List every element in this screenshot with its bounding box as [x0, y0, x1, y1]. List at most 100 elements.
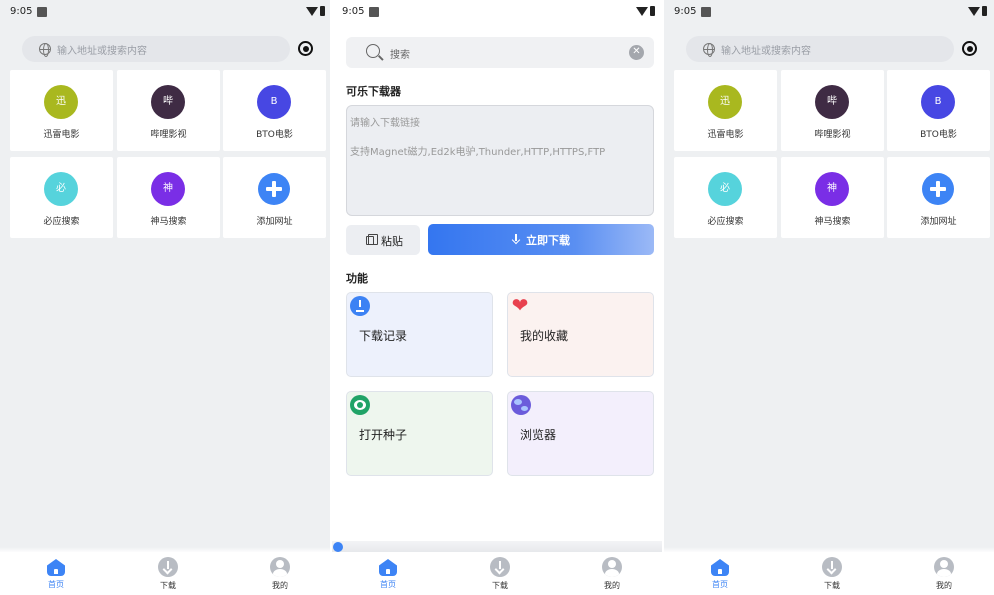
home-icon [379, 559, 397, 576]
tile-label: 必应搜索 [707, 217, 744, 227]
status-bar: 9:05 [664, 0, 994, 24]
nav-label: 下载 [160, 581, 176, 590]
status-time: 9:05 [342, 6, 365, 17]
download-arrow-icon [512, 234, 520, 244]
tile-add-site[interactable]: 添加网址 [223, 157, 326, 238]
tile-icon: 哔 [815, 85, 849, 119]
tile-bing[interactable]: 必 必应搜索 [10, 157, 113, 238]
battery-icon [982, 6, 987, 16]
close-icon[interactable]: ✕ [629, 45, 644, 60]
tile-icon: 哔 [151, 85, 185, 119]
nav-item-home[interactable]: 首页 [358, 557, 418, 590]
tile-label: 添加网址 [256, 217, 293, 227]
features-title: 功能 [346, 272, 368, 285]
tile-add-site[interactable]: 添加网址 [887, 157, 990, 238]
tile-label: 迅雷电影 [43, 130, 80, 140]
nav-item-home[interactable]: 首页 [690, 557, 750, 590]
nav-label: 首页 [712, 580, 728, 589]
address-search-bar[interactable]: 输入地址或搜索内容 [686, 36, 954, 62]
address-search-placeholder: 输入地址或搜索内容 [57, 46, 147, 57]
tile-icon: 迅 [44, 85, 78, 119]
bottom-nav: 首页 下载 我的 [664, 552, 994, 595]
tile-bto[interactable]: B BTO电影 [887, 70, 990, 151]
nav-label: 首页 [380, 580, 396, 589]
status-bar: 9:05 [332, 0, 662, 24]
home-screen-right: 9:05 输入地址或搜索内容 迅 迅雷电影 哔 哔哩影视 B BTO电影 必 必… [664, 0, 994, 595]
feature-label: 浏览器 [520, 428, 557, 442]
download-icon [158, 557, 178, 577]
tile-icon: 迅 [708, 85, 742, 119]
home-icon [47, 559, 65, 576]
nav-item-mine[interactable]: 我的 [582, 557, 642, 591]
nav-item-download[interactable]: 下载 [138, 557, 198, 591]
copy-icon [366, 234, 378, 245]
tile-bili[interactable]: 哔 哔哩影视 [117, 70, 220, 151]
nav-label: 首页 [48, 580, 64, 589]
bottom-nav: 首页 下载 我的 [332, 552, 662, 595]
nav-item-mine[interactable]: 我的 [914, 557, 974, 591]
feature-download-records[interactable]: 下载记录 [346, 292, 493, 377]
status-bar: 9:05 [0, 0, 330, 24]
tile-icon: B [921, 85, 955, 119]
user-icon [934, 557, 954, 577]
feature-browser[interactable]: 浏览器 [507, 391, 654, 476]
wifi-icon [636, 7, 648, 16]
tile-icon: 必 [44, 172, 78, 206]
download-link-input[interactable]: 请输入下载链接 支持Magnet磁力,Ed2k电驴,Thunder,HTTP,H… [346, 105, 654, 216]
globe-icon [703, 43, 715, 57]
downloader-title: 可乐下载器 [346, 85, 401, 98]
feature-open-torrent[interactable]: 打开种子 [346, 391, 493, 476]
heart-icon: ❤ [511, 293, 529, 317]
tile-label: BTO电影 [920, 130, 957, 140]
tile-label: 神马搜索 [150, 217, 187, 227]
plus-icon [258, 173, 290, 205]
address-search-placeholder: 输入地址或搜索内容 [721, 46, 811, 57]
nav-label: 我的 [604, 581, 620, 590]
home-screen-left: 9:05 输入地址或搜索内容 迅 迅雷电影 哔 哔哩影视 B BTO电影 必 必… [0, 0, 330, 595]
download-icon [490, 557, 510, 577]
tile-xunlei[interactable]: 迅 迅雷电影 [10, 70, 113, 151]
download-now-button[interactable]: 立即下载 [428, 224, 654, 255]
nav-item-download[interactable]: 下载 [470, 557, 530, 591]
feature-label: 打开种子 [359, 428, 408, 442]
tile-label: BTO电影 [256, 130, 293, 140]
nav-item-download[interactable]: 下载 [802, 557, 862, 591]
paste-button[interactable]: 粘贴 [346, 225, 420, 255]
bottom-nav: 首页 下载 我的 [0, 552, 330, 595]
downloader-screen: 9:05 搜索 ✕ 可乐下载器 请输入下载链接 支持Magnet磁力,Ed2k电… [332, 0, 662, 595]
tile-label: 迅雷电影 [707, 130, 744, 140]
globe-icon [511, 395, 531, 415]
tile-bili[interactable]: 哔 哔哩影视 [781, 70, 884, 151]
download-link-hint: 支持Magnet磁力,Ed2k电驴,Thunder,HTTP,HTTPS,FTP [350, 147, 606, 158]
scrollbar-track[interactable] [332, 541, 662, 552]
notification-icon [701, 7, 711, 17]
screens: 9:05 输入地址或搜索内容 迅 迅雷电影 哔 哔哩影视 B BTO电影 必 必… [0, 0, 994, 595]
tile-shenma[interactable]: 神 神马搜索 [117, 157, 220, 238]
search-bar[interactable]: 搜索 ✕ [346, 37, 654, 68]
tile-shenma[interactable]: 神 神马搜索 [781, 157, 884, 238]
nav-label: 下载 [824, 581, 840, 590]
tile-label: 神马搜索 [814, 217, 851, 227]
tile-bing[interactable]: 必 必应搜索 [674, 157, 777, 238]
tile-label: 必应搜索 [43, 217, 80, 227]
scrollbar-thumb[interactable] [333, 542, 343, 552]
tile-xunlei[interactable]: 迅 迅雷电影 [674, 70, 777, 151]
scan-icon[interactable] [962, 41, 977, 56]
address-search-bar[interactable]: 输入地址或搜索内容 [22, 36, 290, 62]
nav-item-home[interactable]: 首页 [26, 557, 86, 590]
feature-label: 我的收藏 [520, 329, 569, 343]
tile-icon: 必 [708, 172, 742, 206]
nav-item-mine[interactable]: 我的 [250, 557, 310, 591]
wifi-icon [968, 7, 980, 16]
download-now-label: 立即下载 [526, 234, 570, 247]
plus-icon [922, 173, 954, 205]
notification-icon [369, 7, 379, 17]
tile-bto[interactable]: B BTO电影 [223, 70, 326, 151]
user-icon [270, 557, 290, 577]
battery-icon [650, 6, 655, 16]
feature-favorites[interactable]: ❤ 我的收藏 [507, 292, 654, 377]
status-time: 9:05 [10, 6, 33, 17]
battery-icon [320, 6, 325, 16]
scan-icon[interactable] [298, 41, 313, 56]
nav-label: 下载 [492, 581, 508, 590]
